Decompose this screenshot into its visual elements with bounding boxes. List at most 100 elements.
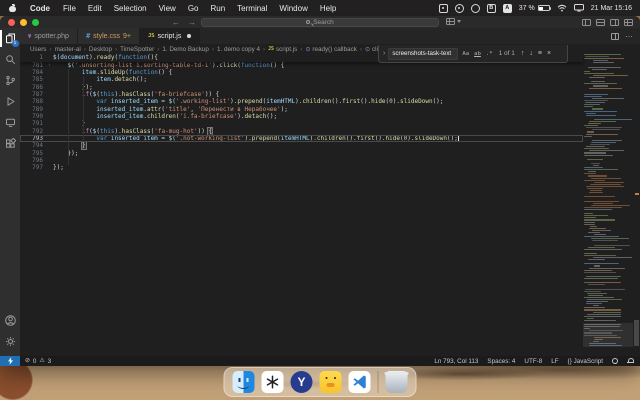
problems-summary[interactable]: ⊘ 0 ⚠ 3 [25, 358, 51, 365]
code-line-795[interactable]: 795 }); [20, 150, 583, 157]
dock-vscode-icon[interactable] [348, 371, 371, 393]
menu-item-go[interactable]: Go [182, 4, 205, 13]
menu-item-terminal[interactable]: Terminal [231, 4, 273, 13]
notifications-bell-icon[interactable] [627, 358, 634, 364]
layout-toggle[interactable] [446, 18, 461, 25]
code-line-788[interactable]: 788 var inserted_item = $('.working-list… [20, 98, 583, 105]
forward-arrow-icon[interactable]: → [188, 18, 196, 27]
find-in-selection-icon[interactable]: ≡ [537, 50, 543, 57]
indentation[interactable]: Spaces: 4 [487, 358, 515, 365]
line-number[interactable]: 785 [20, 76, 46, 83]
settings-status-icon[interactable] [470, 3, 480, 13]
breadcrumb-item[interactable]: JS script.js [268, 46, 297, 53]
cursor-position[interactable]: Ln 793, Col 113 [434, 358, 478, 365]
menu-item-file[interactable]: File [57, 4, 82, 13]
code-line-784[interactable]: 784 item.slideUp(function() { [20, 69, 583, 76]
eol-sequence[interactable]: LF [551, 358, 558, 365]
sidebar-item-run-debug[interactable] [0, 91, 20, 112]
tab-spotter.php[interactable]: φ spotter.php [20, 28, 78, 44]
line-number[interactable]: 787 [20, 91, 46, 98]
code-line-785[interactable]: 785 item.detach(); [20, 76, 583, 83]
find-input[interactable]: screenshots-task-text [388, 47, 459, 60]
back-arrow-icon[interactable]: ← [172, 18, 180, 27]
editor-scrollbar[interactable] [633, 54, 640, 356]
close-find-icon[interactable]: × [546, 50, 552, 57]
feedback-smiley-icon[interactable] [612, 358, 618, 365]
menu-bar-clock[interactable]: 21 Mar 15:16 [591, 5, 632, 12]
command-center-search[interactable]: Search [201, 17, 439, 27]
apple-menu-icon[interactable] [9, 3, 16, 12]
fold-gutter[interactable]: › [46, 62, 53, 69]
line-number[interactable]: 790 [20, 113, 46, 120]
line-number[interactable]: 789 [20, 106, 46, 113]
code-line-789[interactable]: 789 inserted_item.attr('title', 'Перенес… [20, 106, 583, 113]
toggle-secondary-sidebar-icon[interactable] [610, 18, 619, 26]
code-editor[interactable]: 1 $(document).ready(function(){ 781 › $('… [20, 54, 640, 356]
line-number[interactable]: 784 [20, 69, 46, 76]
split-editor-icon[interactable] [611, 32, 619, 40]
sidebar-item-remote-explorer[interactable] [0, 112, 20, 133]
window-title-bar[interactable]: ← → Search [0, 16, 640, 28]
code-line-787[interactable]: 787 if($(this).hasClass('fa-briefcase'))… [20, 91, 583, 98]
toggle-replace-icon[interactable]: › [383, 50, 385, 57]
line-number[interactable]: 788 [20, 98, 46, 105]
code-line-786[interactable]: 786 }); [20, 84, 583, 91]
minimize-window-button[interactable] [20, 18, 27, 26]
battery-indicator[interactable]: 37 % [519, 5, 552, 12]
menu-item-run[interactable]: Run [204, 4, 231, 13]
wifi-icon[interactable] [557, 4, 567, 12]
line-number[interactable]: 796 [20, 157, 46, 164]
sidebar-item-extensions[interactable] [0, 133, 20, 154]
sidebar-item-search[interactable] [0, 49, 20, 70]
code-line-793[interactable]: 793 var inserted_item = $('.not-working-… [20, 134, 583, 143]
whole-word-toggle[interactable]: ab [473, 50, 482, 58]
code-line-790[interactable]: 790 inserted_item.children('i.fa-briefca… [20, 113, 583, 120]
line-number[interactable]: 792 [20, 128, 46, 135]
line-number[interactable]: 793 [20, 135, 46, 142]
line-number[interactable]: 795 [20, 150, 46, 157]
settings-button[interactable] [0, 331, 20, 352]
line-number[interactable]: 794 [20, 142, 46, 149]
toggle-sidebar-icon[interactable] [582, 18, 591, 26]
menu-item-view[interactable]: View [153, 4, 182, 13]
code-line-792[interactable]: 792 if($(this).hasClass('fa-mug-hot')) { [20, 126, 583, 136]
breadcrumb-item[interactable]: TimeSpotter [120, 46, 154, 53]
minimap[interactable] [583, 54, 633, 356]
breadcrumb-item[interactable]: master-al [55, 46, 81, 53]
line-number[interactable]: 786 [20, 84, 46, 91]
next-match-icon[interactable]: ↓ [528, 50, 534, 57]
bitwarden-icon[interactable]: B [486, 3, 496, 13]
display-icon[interactable] [573, 4, 584, 12]
dock-yandex-icon[interactable]: Y [290, 371, 313, 393]
code-line-794[interactable]: 794 } [20, 141, 583, 151]
line-number[interactable]: 797 [20, 164, 46, 171]
encoding[interactable]: UTF-8 [524, 358, 542, 365]
zoom-window-button[interactable] [32, 18, 39, 26]
breadcrumb-item[interactable]: ⊙ ready() callback [305, 46, 356, 53]
tab-style.css[interactable]: # style.css 9+ [77, 28, 140, 44]
menu-item-edit[interactable]: Edit [82, 4, 108, 13]
sidebar-item-source-control[interactable] [0, 70, 20, 91]
scrollbar-thumb[interactable] [634, 319, 639, 346]
breadcrumb-item[interactable]: 1. Demo Backup [162, 46, 209, 53]
code-line-796[interactable]: 796 [20, 157, 583, 164]
code-line-791[interactable]: 791 } [20, 120, 583, 127]
dock-finder-icon[interactable] [232, 371, 255, 393]
customize-layout-icon[interactable] [624, 18, 633, 26]
language-mode[interactable]: {} JavaScript [568, 358, 603, 365]
dock-duck-icon[interactable] [319, 371, 342, 393]
close-window-button[interactable] [8, 18, 15, 26]
remote-indicator[interactable] [0, 356, 20, 366]
breadcrumb-item[interactable]: Desktop [89, 46, 112, 53]
menu-item-app[interactable]: Code [23, 4, 57, 13]
toggle-panel-icon[interactable] [596, 18, 605, 26]
breadcrumb-item[interactable]: 1. demo copy 4 [217, 46, 260, 53]
more-actions-icon[interactable]: ⋯ [625, 32, 633, 40]
status-app-icon[interactable] [454, 3, 464, 13]
sidebar-item-explorer[interactable]: 1 [0, 28, 20, 49]
line-number[interactable]: 791 [20, 120, 46, 127]
regex-toggle[interactable]: .* [485, 50, 494, 58]
menu-item-help[interactable]: Help [314, 4, 342, 13]
breadcrumb-item[interactable]: Users [30, 46, 46, 53]
code-line-797[interactable]: 797}); [20, 164, 583, 171]
